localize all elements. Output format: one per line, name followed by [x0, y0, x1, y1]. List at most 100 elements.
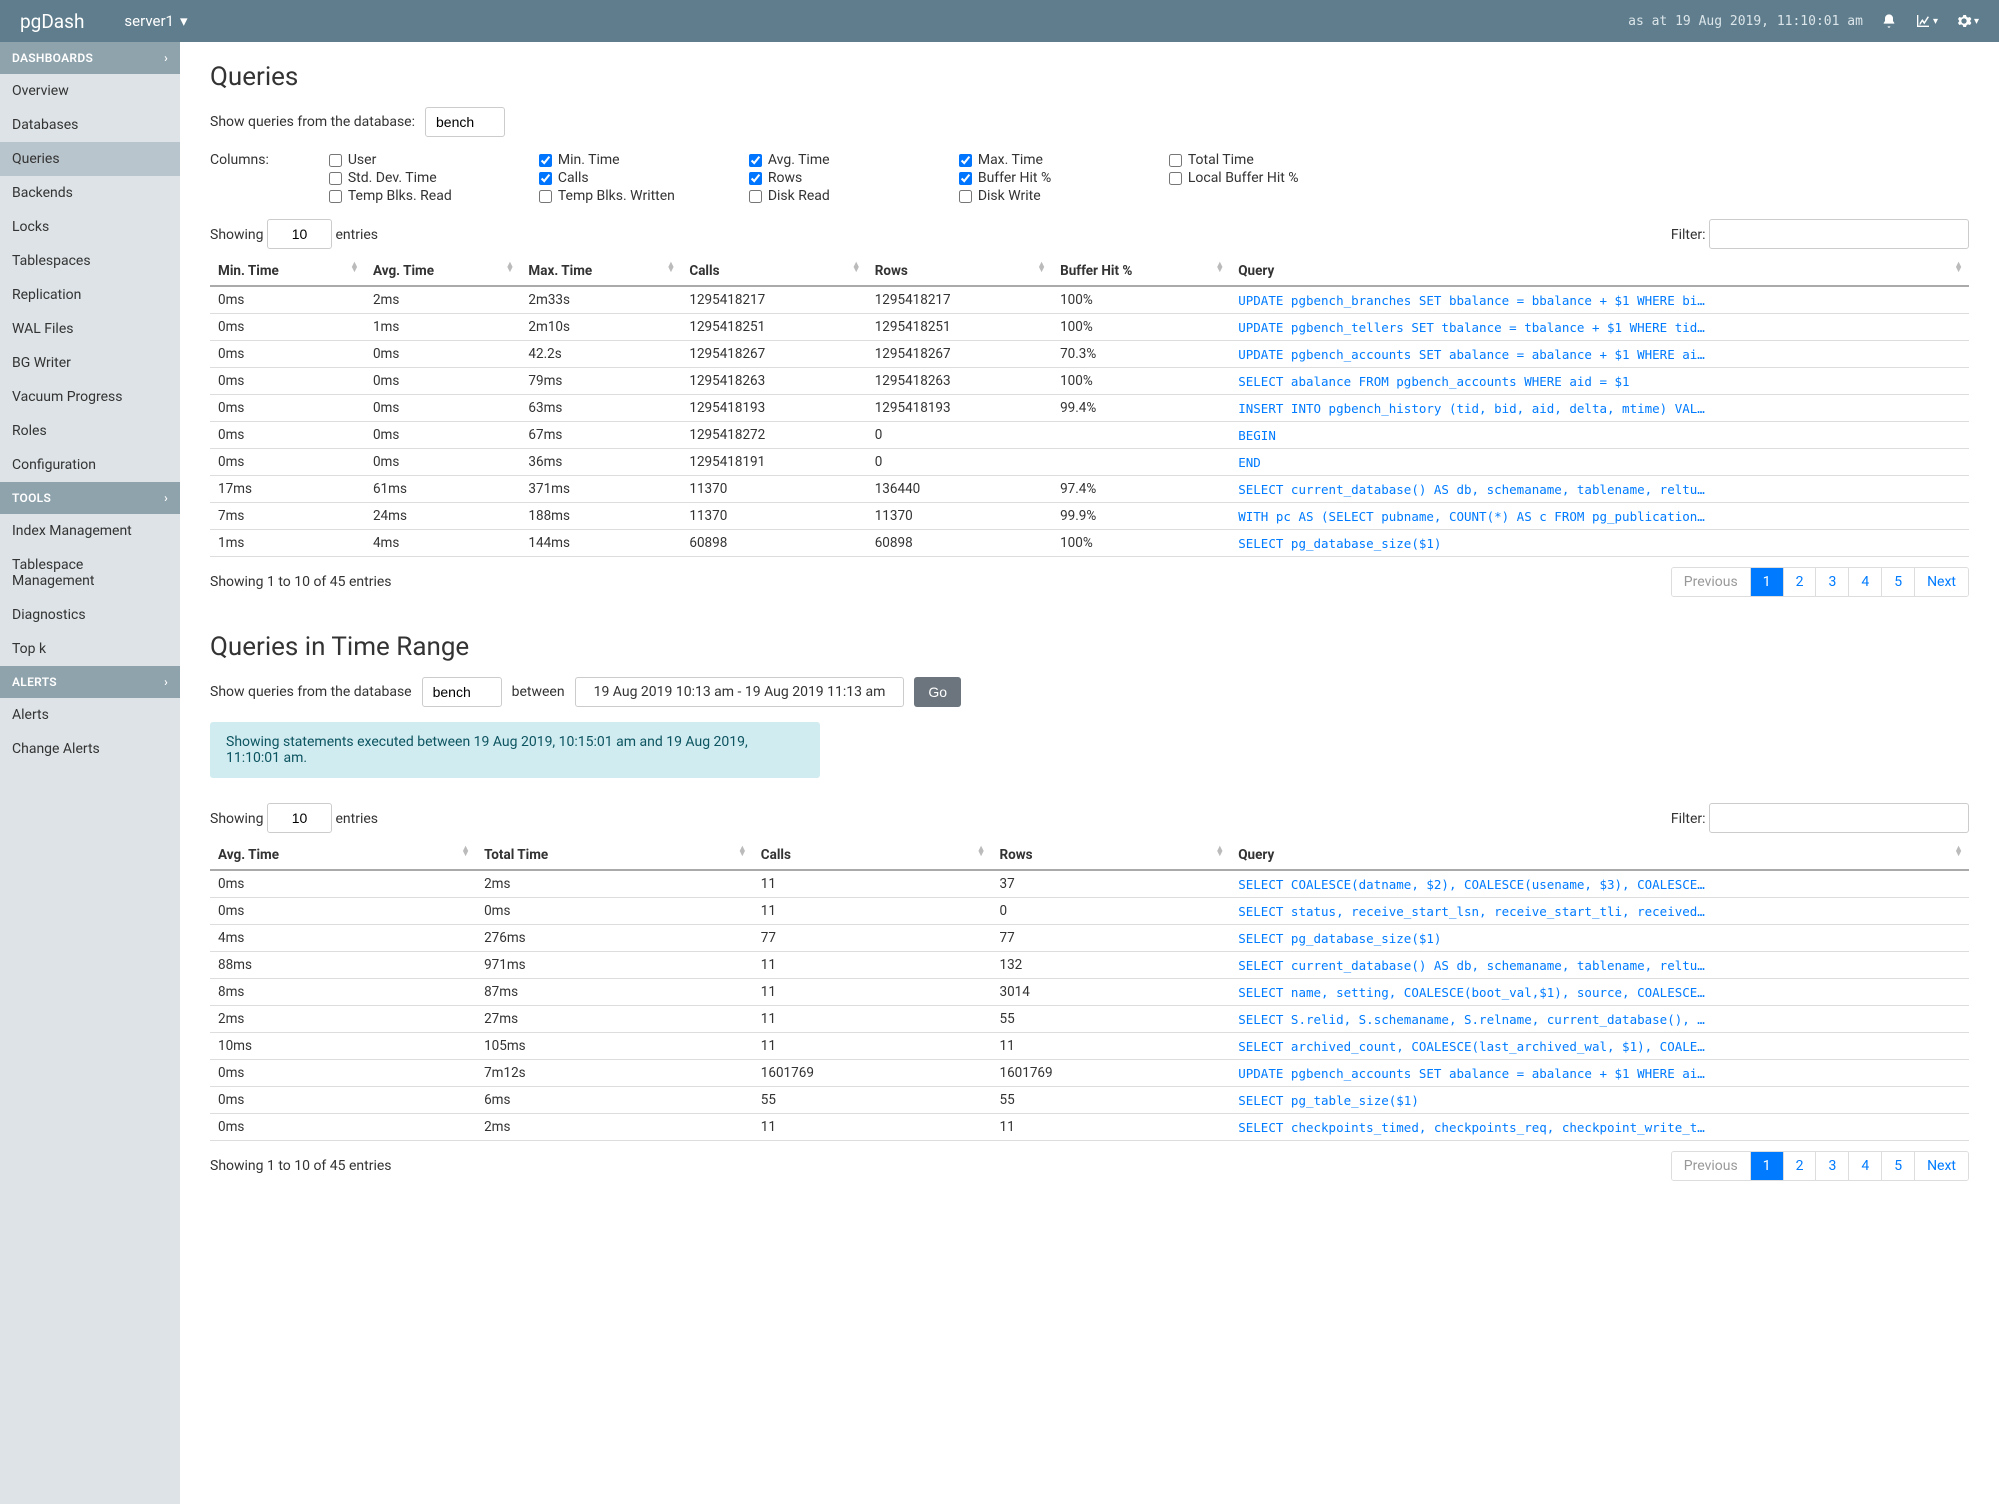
- bell-icon[interactable]: [1881, 13, 1897, 29]
- page-1[interactable]: 1: [1750, 1152, 1783, 1180]
- page-next[interactable]: Next: [1914, 568, 1968, 596]
- sidebar-item-overview[interactable]: Overview: [0, 74, 180, 108]
- col-option-disk-read[interactable]: Disk Read: [749, 188, 929, 204]
- col-option-local-buffer-hit-[interactable]: Local Buffer Hit %: [1169, 170, 1349, 186]
- col-header[interactable]: Rows▲▼: [867, 257, 1052, 286]
- checkbox[interactable]: [329, 190, 342, 203]
- go-button[interactable]: Go: [914, 677, 961, 707]
- col-option-std-dev-time[interactable]: Std. Dev. Time: [329, 170, 509, 186]
- chart-menu[interactable]: ▾: [1915, 13, 1938, 29]
- query-cell[interactable]: SELECT S.relid, S.schemaname, S.relname,…: [1230, 1006, 1969, 1033]
- page-5[interactable]: 5: [1881, 1152, 1914, 1180]
- side-header[interactable]: ALERTS›: [0, 666, 180, 698]
- sidebar-item-vacuum-progress[interactable]: Vacuum Progress: [0, 380, 180, 414]
- sidebar-item-configuration[interactable]: Configuration: [0, 448, 180, 482]
- tr-filter-input[interactable]: [1709, 803, 1969, 833]
- col-header[interactable]: Avg. Time▲▼: [365, 257, 520, 286]
- query-cell[interactable]: SELECT archived_count, COALESCE(last_arc…: [1230, 1033, 1969, 1060]
- server-selector[interactable]: server1 ▾: [124, 12, 187, 30]
- query-cell[interactable]: SELECT pg_table_size($1): [1230, 1087, 1969, 1114]
- query-cell[interactable]: WITH pc AS (SELECT pubname, COUNT(*) AS …: [1230, 503, 1969, 530]
- query-cell[interactable]: SELECT checkpoints_timed, checkpoints_re…: [1230, 1114, 1969, 1141]
- filter-input[interactable]: [1709, 219, 1969, 249]
- checkbox[interactable]: [1169, 154, 1182, 167]
- sidebar-item-alerts[interactable]: Alerts: [0, 698, 180, 732]
- col-header[interactable]: Max. Time▲▼: [520, 257, 681, 286]
- page-5[interactable]: 5: [1881, 568, 1914, 596]
- settings-menu[interactable]: ▾: [1956, 13, 1979, 29]
- page-2[interactable]: 2: [1783, 568, 1816, 596]
- tr-entries-input[interactable]: [267, 803, 332, 833]
- checkbox[interactable]: [959, 172, 972, 185]
- col-header[interactable]: Calls▲▼: [753, 841, 992, 870]
- col-header[interactable]: Total Time▲▼: [476, 841, 753, 870]
- query-cell[interactable]: SELECT status, receive_start_lsn, receiv…: [1230, 898, 1969, 925]
- query-cell[interactable]: SELECT pg_database_size($1): [1230, 530, 1969, 557]
- query-cell[interactable]: UPDATE pgbench_tellers SET tbalance = tb…: [1230, 314, 1969, 341]
- checkbox[interactable]: [539, 154, 552, 167]
- col-option-temp-blks-written[interactable]: Temp Blks. Written: [539, 188, 719, 204]
- col-header[interactable]: Rows▲▼: [992, 841, 1231, 870]
- sidebar-item-replication[interactable]: Replication: [0, 278, 180, 312]
- page-1[interactable]: 1: [1750, 568, 1783, 596]
- query-cell[interactable]: SELECT abalance FROM pgbench_accounts WH…: [1230, 368, 1969, 395]
- query-cell[interactable]: SELECT current_database() AS db, scheman…: [1230, 952, 1969, 979]
- col-header[interactable]: Buffer Hit %▲▼: [1052, 257, 1230, 286]
- sidebar-item-backends[interactable]: Backends: [0, 176, 180, 210]
- checkbox[interactable]: [749, 190, 762, 203]
- col-option-disk-write[interactable]: Disk Write: [959, 188, 1139, 204]
- page-3[interactable]: 3: [1815, 1152, 1848, 1180]
- page-next[interactable]: Next: [1914, 1152, 1968, 1180]
- col-option-calls[interactable]: Calls: [539, 170, 719, 186]
- sidebar-item-top-k[interactable]: Top k: [0, 632, 180, 666]
- tr-db-input[interactable]: [422, 677, 502, 707]
- sidebar-item-diagnostics[interactable]: Diagnostics: [0, 598, 180, 632]
- checkbox[interactable]: [959, 190, 972, 203]
- col-header[interactable]: Min. Time▲▼: [210, 257, 365, 286]
- query-cell[interactable]: UPDATE pgbench_branches SET bbalance = b…: [1230, 286, 1969, 314]
- query-cell[interactable]: SELECT pg_database_size($1): [1230, 925, 1969, 952]
- sidebar-item-queries[interactable]: Queries: [0, 142, 180, 176]
- timerange-picker[interactable]: 19 Aug 2019 10:13 am - 19 Aug 2019 11:13…: [575, 677, 905, 707]
- sidebar-item-bg-writer[interactable]: BG Writer: [0, 346, 180, 380]
- query-cell[interactable]: BEGIN: [1230, 422, 1969, 449]
- checkbox[interactable]: [539, 172, 552, 185]
- col-option-rows[interactable]: Rows: [749, 170, 929, 186]
- query-cell[interactable]: SELECT name, setting, COALESCE(boot_val,…: [1230, 979, 1969, 1006]
- sidebar-item-wal-files[interactable]: WAL Files: [0, 312, 180, 346]
- col-option-min-time[interactable]: Min. Time: [539, 152, 719, 168]
- query-cell[interactable]: SELECT current_database() AS db, scheman…: [1230, 476, 1969, 503]
- col-option-buffer-hit-[interactable]: Buffer Hit %: [959, 170, 1139, 186]
- page-4[interactable]: 4: [1848, 568, 1881, 596]
- sidebar-item-databases[interactable]: Databases: [0, 108, 180, 142]
- query-cell[interactable]: INSERT INTO pgbench_history (tid, bid, a…: [1230, 395, 1969, 422]
- sidebar-item-roles[interactable]: Roles: [0, 414, 180, 448]
- query-cell[interactable]: SELECT COALESCE(datname, $2), COALESCE(u…: [1230, 870, 1969, 898]
- db-input[interactable]: [425, 107, 505, 137]
- col-header[interactable]: Query▲▼: [1230, 841, 1969, 870]
- col-header[interactable]: Query▲▼: [1230, 257, 1969, 286]
- page-4[interactable]: 4: [1848, 1152, 1881, 1180]
- checkbox[interactable]: [959, 154, 972, 167]
- sidebar-item-locks[interactable]: Locks: [0, 210, 180, 244]
- entries-input[interactable]: [267, 219, 332, 249]
- side-header[interactable]: DASHBOARDS›: [0, 42, 180, 74]
- sidebar-item-tablespace-management[interactable]: Tablespace Management: [0, 548, 180, 598]
- side-header[interactable]: TOOLS›: [0, 482, 180, 514]
- col-option-temp-blks-read[interactable]: Temp Blks. Read: [329, 188, 509, 204]
- col-option-avg-time[interactable]: Avg. Time: [749, 152, 929, 168]
- checkbox[interactable]: [539, 190, 552, 203]
- checkbox[interactable]: [749, 172, 762, 185]
- checkbox[interactable]: [1169, 172, 1182, 185]
- col-option-total-time[interactable]: Total Time: [1169, 152, 1349, 168]
- sidebar-item-index-management[interactable]: Index Management: [0, 514, 180, 548]
- sidebar-item-tablespaces[interactable]: Tablespaces: [0, 244, 180, 278]
- query-cell[interactable]: END: [1230, 449, 1969, 476]
- col-option-max-time[interactable]: Max. Time: [959, 152, 1139, 168]
- checkbox[interactable]: [329, 154, 342, 167]
- page-3[interactable]: 3: [1815, 568, 1848, 596]
- page-2[interactable]: 2: [1783, 1152, 1816, 1180]
- checkbox[interactable]: [749, 154, 762, 167]
- col-header[interactable]: Avg. Time▲▼: [210, 841, 476, 870]
- col-option-user[interactable]: User: [329, 152, 509, 168]
